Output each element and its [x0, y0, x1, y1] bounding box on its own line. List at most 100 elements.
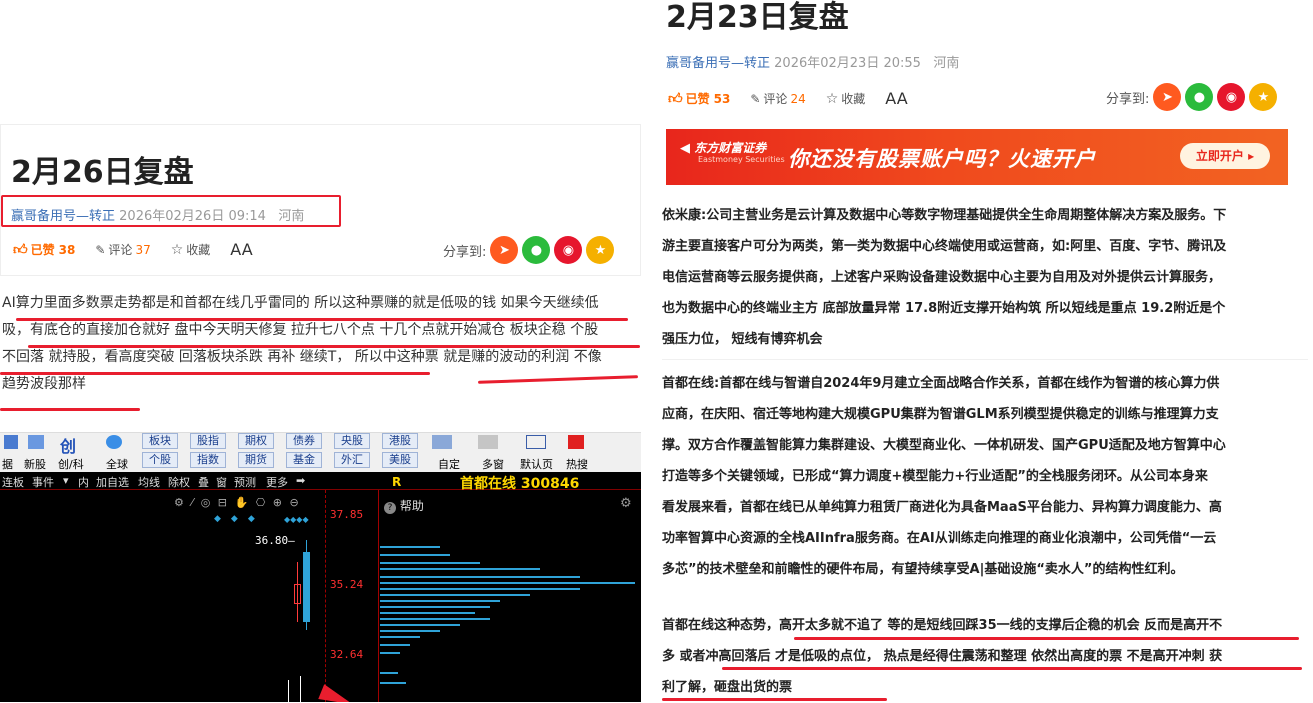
open-account-button[interactable]: 立即开户 ▸ — [1180, 143, 1270, 169]
comment-button[interactable]: ✎ 评论 37 — [95, 241, 150, 258]
collect-button[interactable]: ☆ 收藏 — [826, 90, 866, 107]
chart-menu-item[interactable]: 除权 — [168, 474, 190, 490]
red-arrow-marker — [318, 684, 356, 702]
wechat-icon[interactable]: ● — [1185, 83, 1214, 111]
chart-menu-item[interactable]: 预测 — [234, 474, 256, 490]
hot-search-icon[interactable] — [568, 435, 584, 449]
star-outline-icon: ☆ — [825, 90, 839, 107]
banner-logo: ◀ 东方财富证券 — [680, 141, 767, 156]
chart-menu-item[interactable]: 叠 — [198, 474, 209, 490]
underline-mark — [0, 408, 140, 411]
panel-divider — [378, 490, 379, 702]
price-label: 32.64 — [330, 648, 364, 661]
tab-options[interactable]: 期权 — [238, 433, 274, 449]
tab-central[interactable]: 央股 — [334, 433, 370, 449]
toolbar-label[interactable]: 热搜 — [566, 456, 588, 472]
star-icon[interactable]: ★ — [586, 236, 615, 264]
author-link[interactable]: 赢哥备用号—转正 — [666, 56, 770, 71]
event-markers: ◆◆◆ — [214, 514, 265, 524]
chart-menu-item[interactable]: 窗 — [216, 474, 227, 490]
paper-plane-icon[interactable]: ➤ — [490, 236, 519, 264]
chart-menu-item[interactable]: 事件 — [32, 474, 54, 490]
left-article-panel: 2月26日复盘 赢哥备用号—转正 2026年02月26日 09:14 河南 👍︎… — [0, 0, 648, 702]
tab-index[interactable]: 指数 — [190, 452, 226, 468]
price-line — [300, 676, 301, 702]
datetime: 2026年02月23日 20:55 — [774, 56, 921, 71]
tab-us-stock[interactable]: 美股 — [382, 452, 418, 468]
comment-button[interactable]: ✎ 评论 24 — [750, 90, 805, 107]
toolbar-label[interactable]: 自定 — [438, 456, 460, 472]
toolbar-label[interactable]: 默认页 — [520, 456, 553, 472]
candle — [303, 552, 310, 622]
comment-count: 24 — [790, 91, 806, 106]
tab-index-futures[interactable]: 股指 — [190, 433, 226, 449]
weibo-icon[interactable]: ◉ — [1217, 83, 1246, 111]
paragraph-capital-online: 首都在线:首都在线与智谱自2024年9月建立全面战略合作关系，首都在线作为智谱的… — [662, 368, 1308, 585]
share-bar: 分享到: ➤ ● ◉ ★ — [1106, 83, 1278, 111]
chart-menu-item[interactable]: 内 — [78, 474, 89, 490]
r-label: R — [392, 475, 402, 489]
help-icon: ? — [384, 502, 396, 514]
toolbar-label[interactable]: 多窗 — [482, 456, 504, 472]
account-banner-ad[interactable]: ◀ 东方财富证券 Eastmoney Securities 你还没有股票账户吗？… — [666, 129, 1288, 185]
like-button[interactable]: 👍︎ 已赞 38 — [13, 241, 75, 258]
chart-tool-icons[interactable]: ⚙ ⁄ ◎ ⊟ ✋ ⎔ ⊕ ⊖ — [174, 496, 301, 509]
wechat-icon[interactable]: ● — [522, 236, 551, 264]
tab-futures[interactable]: 期货 — [238, 452, 274, 468]
star-icon[interactable]: ★ — [1249, 83, 1278, 111]
chip-bar — [380, 644, 410, 646]
toolbar-label[interactable]: 创/科 — [58, 456, 84, 472]
price-label: 37.85 — [330, 508, 364, 521]
tab-forex[interactable]: 外汇 — [334, 452, 370, 468]
arrow-right-icon[interactable]: ➡ — [296, 474, 305, 487]
settings-gear-icon[interactable]: ⚙ — [620, 496, 632, 511]
eastmoney-logo-icon: ◀ — [680, 141, 690, 156]
chevron-down-icon[interactable]: ▾ — [63, 474, 69, 487]
weibo-icon[interactable]: ◉ — [554, 236, 583, 264]
grid-icon[interactable] — [4, 435, 18, 449]
window-icon[interactable] — [478, 435, 498, 449]
body-line: 吸，有底仓的直接加仓就好 盘中今天明天修复 拉升七八个点 十几个点就开始减仓 板… — [2, 322, 599, 338]
chart-menu-item[interactable]: 均线 — [138, 474, 160, 490]
paragraph-yimikang: 依米康:公司主营业务是云计算及数据中心等数字物理基础提供全生命周期整体解决方案及… — [662, 200, 1308, 360]
underline-mark — [722, 667, 1302, 670]
chip-bar — [380, 618, 490, 620]
chart-menu-item[interactable]: 更多 — [266, 474, 288, 490]
collect-button[interactable]: ☆ 收藏 — [171, 241, 211, 258]
globe-icon[interactable] — [106, 435, 122, 449]
tab-stock[interactable]: 个股 — [142, 452, 178, 468]
body-line: 多芯”的技术壁垒和前瞻性的硬件布局，有望持续享受A|基础设施“卖水人”的结构性红… — [662, 562, 1184, 577]
help-label[interactable]: ? 帮助 — [384, 497, 424, 514]
chip-bar — [380, 682, 406, 684]
new-stock-icon[interactable] — [28, 435, 44, 449]
tab-fund[interactable]: 基金 — [286, 452, 322, 468]
page-title: 2月23日复盘 — [666, 0, 849, 35]
toolbar-label[interactable]: 据 — [2, 456, 13, 472]
page-icon[interactable] — [526, 435, 546, 449]
comment-count: 37 — [135, 242, 151, 257]
body-line: 看发展来看，首都在线已从单纯算力租赁厂商进化为具备MaaS平台能力、异构算力调度… — [662, 500, 1222, 515]
share-label: 分享到: — [443, 244, 487, 260]
toolbar-label[interactable]: 全球 — [106, 456, 128, 472]
font-size-button[interactable]: AA — [230, 240, 252, 259]
font-size-button[interactable]: AA — [885, 89, 907, 108]
chip-bar — [380, 562, 480, 564]
body-line: 撑。双方合作覆盖智能算力集群建设、大模型商业化、一体机研发、国产GPU适配及地方… — [662, 438, 1226, 453]
body-line: 游主要直接客户可分为两类，第一类为数据中心终端使用或运营商，如:阿里、百度、字节… — [662, 239, 1227, 254]
chuang-icon[interactable]: 创 — [60, 433, 76, 457]
tab-board[interactable]: 板块 — [142, 433, 178, 449]
article-meta: 赢哥备用号—转正 2026年02月23日 20:55 河南 — [666, 52, 959, 71]
chart-menu-item[interactable]: 加自选 — [96, 474, 129, 490]
chart-menu-item[interactable]: 连板 — [2, 474, 24, 490]
toolbar-label[interactable]: 新股 — [24, 456, 46, 472]
banner-headline: 你还没有股票账户吗？火速开户 — [788, 147, 1096, 171]
paper-plane-icon[interactable]: ➤ — [1153, 83, 1182, 111]
like-button[interactable]: 👍︎ 已赞 53 — [668, 90, 730, 107]
stock-chart[interactable]: 连板 事件 ▾ 内 加自选 均线 除权 叠 窗 预测 更多 ➡ R 首都在线 3… — [0, 472, 641, 702]
tab-hk[interactable]: 港股 — [382, 433, 418, 449]
body-line: AI算力里面多数票走势都是和首都在线几乎雷同的 所以这种票赚的就是低吸的钱 如果… — [2, 295, 599, 311]
tab-bonds[interactable]: 债券 — [286, 433, 322, 449]
underline-mark — [0, 372, 430, 375]
chart-icon[interactable] — [432, 435, 452, 449]
price-label: 35.24 — [330, 578, 364, 591]
